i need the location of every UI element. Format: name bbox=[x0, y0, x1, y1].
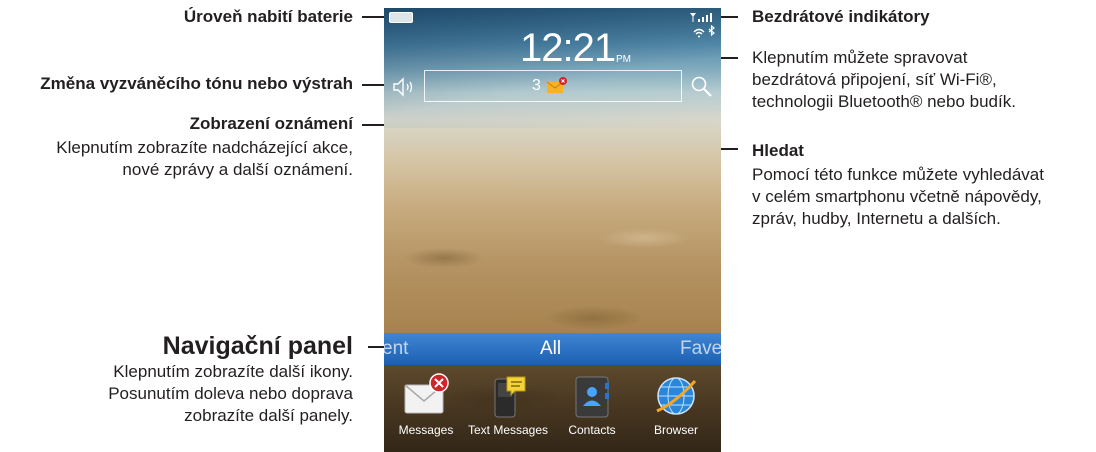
notifications-desc-line2: nové zprávy a další oznámení. bbox=[122, 160, 353, 179]
speaker-icon[interactable] bbox=[392, 76, 418, 98]
app-browser[interactable]: Browser bbox=[636, 373, 716, 437]
wireless-desc-line1: Klepnutím můžete spravovat bbox=[752, 48, 968, 67]
app-messages[interactable]: Messages bbox=[386, 373, 466, 437]
navbar-desc-line3: zobrazíte další panely. bbox=[184, 406, 353, 425]
navbar-desc-line1: Klepnutím zobrazíte další ikony. bbox=[113, 362, 353, 381]
app-contacts[interactable]: Contacts bbox=[552, 373, 632, 437]
search-title: Hledat bbox=[752, 141, 804, 160]
wireless-indicators-title: Bezdrátové indikátory bbox=[752, 7, 930, 26]
clock-ampm: PM bbox=[616, 54, 631, 65]
tab-favorites[interactable]: Fave bbox=[680, 337, 721, 361]
search-desc-line1: Pomocí této funkce můžete vyhledávat bbox=[752, 165, 1044, 184]
phone-home-screen: 12:21 PM 3 ent All Fave Messages Text Me… bbox=[384, 8, 721, 452]
tab-recent[interactable]: ent bbox=[384, 337, 408, 361]
battery-level-label: Úroveň nabití baterie bbox=[183, 7, 353, 26]
wireless-desc-line3: technologii Bluetooth® nebo budík. bbox=[752, 92, 1016, 111]
wireless-indicators-icon[interactable] bbox=[688, 11, 718, 47]
navbar-title: Navigační panel bbox=[162, 332, 353, 360]
app-dock: Messages Text Messages Contacts Browser bbox=[384, 365, 721, 452]
wifi-icon bbox=[693, 28, 705, 38]
browser-globe-icon bbox=[656, 377, 697, 415]
tab-all[interactable]: All bbox=[540, 337, 561, 361]
battery-icon[interactable] bbox=[389, 12, 413, 23]
app-contacts-label: Contacts bbox=[568, 423, 616, 437]
app-text-messages-label: Text Messages bbox=[468, 423, 549, 437]
wireless-desc-line2: bezdrátová připojení, síť Wi-Fi®, bbox=[752, 70, 997, 89]
bluetooth-icon bbox=[708, 24, 715, 37]
message-notification-icon bbox=[546, 77, 567, 93]
search-desc-line2: v celém smartphonu včetně nápovědy, bbox=[752, 187, 1042, 206]
messages-envelope-icon bbox=[404, 373, 449, 414]
ringtone-change-label: Změna vyzváněcího tónu nebo výstrah bbox=[40, 74, 353, 93]
signal-bars-icon bbox=[690, 13, 712, 22]
contacts-icon bbox=[575, 376, 609, 418]
search-icon[interactable] bbox=[690, 75, 714, 99]
app-text-messages[interactable]: Text Messages bbox=[468, 373, 548, 437]
navigation-panel[interactable]: ent All Fave bbox=[384, 333, 721, 365]
navbar-desc-line2: Posunutím doleva nebo doprava bbox=[108, 384, 353, 403]
app-browser-label: Browser bbox=[653, 423, 698, 437]
app-messages-label: Messages bbox=[398, 423, 454, 437]
text-messages-icon bbox=[494, 376, 526, 418]
notifications-title: Zobrazení oznámení bbox=[189, 114, 353, 133]
search-desc-line3: zpráv, hudby, Internetu a dalších. bbox=[752, 209, 1001, 228]
notification-count: 3 bbox=[532, 77, 541, 94]
clock-time[interactable]: 12:21 bbox=[520, 26, 616, 70]
notifications-desc-line1: Klepnutím zobrazíte nadcházející akce, bbox=[56, 138, 353, 157]
